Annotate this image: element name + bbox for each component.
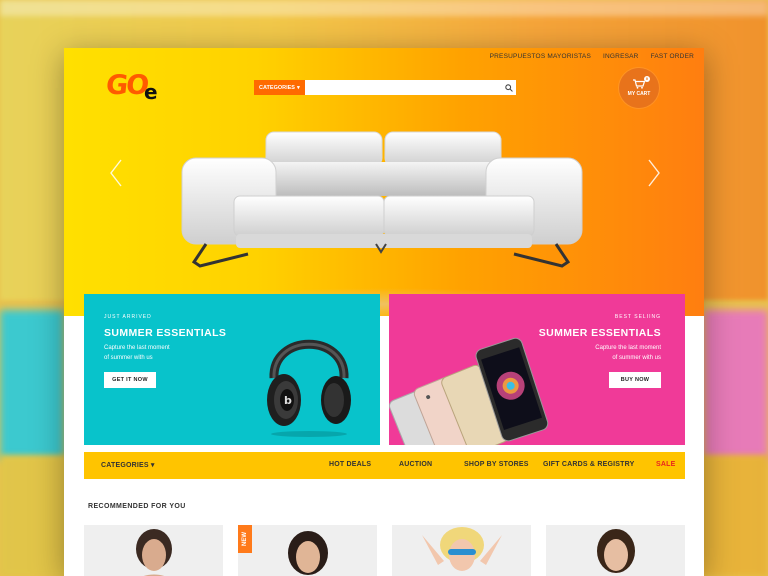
phones-image [389, 337, 549, 445]
categories-menu[interactable]: CATEGORIES ▾ [101, 461, 155, 469]
promo-tag: JUST ARRIVED [104, 314, 152, 320]
promo-title: SUMMER ESSENTIALS [104, 327, 227, 339]
product-card[interactable] [546, 525, 685, 576]
nav-sale[interactable]: SALE [656, 461, 675, 468]
promo-description-line: Capture the last moment [104, 345, 170, 351]
buy-now-button[interactable]: BUY NOW [609, 372, 661, 388]
product-card[interactable]: NEW [238, 525, 377, 576]
svg-text:b: b [284, 394, 292, 407]
search-category-dropdown[interactable]: CATEGORIES ▾ [254, 80, 305, 95]
top-link-login[interactable]: INGRESAR [603, 53, 639, 60]
get-it-now-button[interactable]: GET IT NOW [104, 372, 156, 388]
nav-gift-cards[interactable]: GIFT CARDS & REGISTRY [543, 461, 634, 468]
sofa-image [181, 131, 583, 316]
promo-tag: BEST SELIING [614, 314, 661, 320]
chevron-down-icon: ▾ [296, 84, 300, 91]
promo-description-line: Capture the last moment [595, 345, 661, 351]
promo-description: Capture the last moment of summer with u… [104, 344, 194, 363]
cart-label: MY CART [627, 91, 651, 97]
product-model-image [597, 529, 635, 573]
logo-small-text: e [144, 80, 158, 104]
promo-banner-phones[interactable]: BEST SELIING SUMMER ESSENTIALS Capture t… [389, 294, 685, 445]
promo-title: SUMMER ESSENTIALS [538, 327, 661, 339]
top-link-wholesale[interactable]: PRESUPUESTOS MAYORISTAS [490, 53, 591, 60]
headphones-image: b [267, 339, 351, 437]
top-link-fast-order[interactable]: FAST ORDER [651, 53, 694, 60]
product-model-image [422, 527, 502, 571]
cart-button[interactable]: 0 MY CART [619, 68, 659, 108]
promo-description-line: of summer with us [612, 354, 661, 361]
search-category-label: CATEGORIES [259, 84, 295, 91]
carousel-next-arrow[interactable] [646, 158, 662, 188]
logo[interactable]: GO e [104, 70, 166, 104]
product-model-image [136, 529, 172, 576]
recommended-heading: RECOMMENDED FOR YOU [88, 503, 186, 510]
search-bar: CATEGORIES ▾ [254, 80, 516, 95]
product-card[interactable] [84, 525, 223, 576]
product-card[interactable] [392, 525, 531, 576]
cart-count-badge: 0 [644, 76, 650, 82]
chevron-down-icon: ▾ [150, 462, 155, 469]
background-left-cyan [0, 310, 64, 460]
background-right-pink [704, 310, 768, 460]
categories-menu-label: CATEGORIES [101, 462, 149, 469]
background-strip [0, 0, 768, 16]
category-bar: CATEGORIES ▾ HOT DEALS AUCTION SHOP BY S… [84, 452, 685, 479]
promo-banner-headphones[interactable]: JUST ARRIVED SUMMER ESSENTIALS Capture t… [84, 294, 380, 445]
carousel-prev-arrow[interactable] [108, 158, 124, 188]
search-icon[interactable] [501, 80, 516, 95]
nav-auction[interactable]: AUCTION [399, 461, 432, 468]
search-input[interactable] [304, 80, 501, 95]
cart-icon [633, 79, 645, 89]
promo-description-line: of summer with us [104, 354, 153, 361]
product-model-image [288, 531, 328, 575]
nav-shop-by-stores[interactable]: SHOP BY STORES [464, 461, 529, 468]
new-badge: NEW [238, 525, 252, 553]
new-badge-label: NEW [242, 532, 248, 546]
hero-banner: PRESUPUESTOS MAYORISTAS INGRESAR FAST OR… [64, 48, 704, 316]
top-links: PRESUPUESTOS MAYORISTAS INGRESAR FAST OR… [490, 53, 694, 60]
logo-main-text: GO [104, 70, 149, 101]
store-page: PRESUPUESTOS MAYORISTAS INGRESAR FAST OR… [64, 48, 704, 576]
promo-description: Capture the last moment of summer with u… [571, 344, 661, 363]
nav-hot-deals[interactable]: HOT DEALS [329, 461, 371, 468]
